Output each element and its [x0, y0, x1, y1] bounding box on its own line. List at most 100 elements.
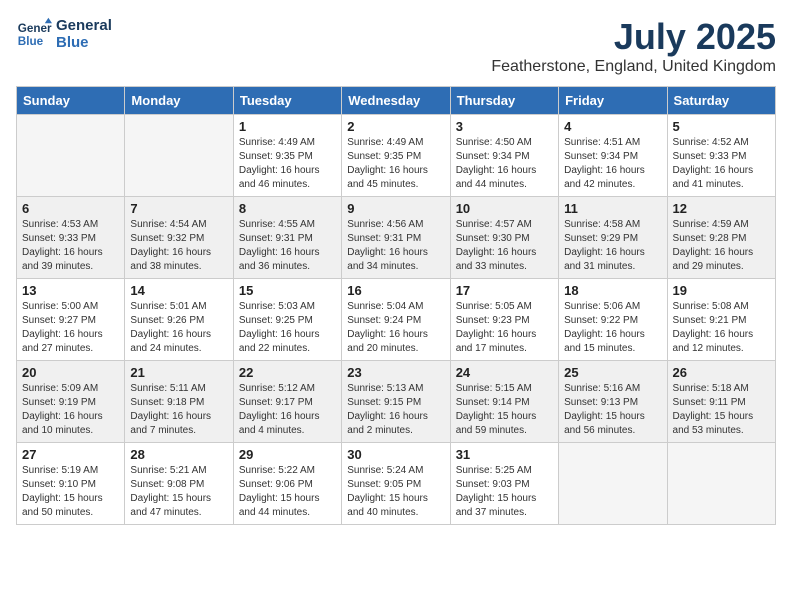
day-number: 23	[347, 365, 444, 380]
day-info: Sunrise: 4:51 AMSunset: 9:34 PMDaylight:…	[564, 136, 661, 192]
calendar-day-cell: 30 Sunrise: 5:24 AMSunset: 9:05 PMDayligh…	[342, 443, 450, 525]
day-number: 7	[130, 201, 227, 216]
day-number: 2	[347, 119, 444, 134]
day-info: Sunrise: 5:09 AMSunset: 9:19 PMDaylight:…	[22, 382, 119, 438]
calendar-day-cell: 6 Sunrise: 4:53 AMSunset: 9:33 PMDaylight…	[17, 197, 125, 279]
day-number: 8	[239, 201, 336, 216]
calendar-day-cell: 3 Sunrise: 4:50 AMSunset: 9:34 PMDaylight…	[450, 115, 558, 197]
calendar-day-cell: 1 Sunrise: 4:49 AMSunset: 9:35 PMDaylight…	[233, 115, 341, 197]
calendar-week-row: 1 Sunrise: 4:49 AMSunset: 9:35 PMDaylight…	[17, 115, 776, 197]
day-info: Sunrise: 4:59 AMSunset: 9:28 PMDaylight:…	[673, 218, 770, 274]
day-number: 12	[673, 201, 770, 216]
calendar-table: SundayMondayTuesdayWednesdayThursdayFrid…	[16, 86, 776, 525]
calendar-day-cell: 20 Sunrise: 5:09 AMSunset: 9:19 PMDayligh…	[17, 361, 125, 443]
calendar-day-cell: 19 Sunrise: 5:08 AMSunset: 9:21 PMDayligh…	[667, 279, 775, 361]
day-info: Sunrise: 5:21 AMSunset: 9:08 PMDaylight:…	[130, 464, 227, 520]
day-number: 13	[22, 283, 119, 298]
calendar-day-cell: 18 Sunrise: 5:06 AMSunset: 9:22 PMDayligh…	[559, 279, 667, 361]
day-info: Sunrise: 5:13 AMSunset: 9:15 PMDaylight:…	[347, 382, 444, 438]
calendar-day-cell	[17, 115, 125, 197]
day-info: Sunrise: 5:06 AMSunset: 9:22 PMDaylight:…	[564, 300, 661, 356]
day-number: 3	[456, 119, 553, 134]
day-info: Sunrise: 5:08 AMSunset: 9:21 PMDaylight:…	[673, 300, 770, 356]
calendar-week-row: 20 Sunrise: 5:09 AMSunset: 9:19 PMDayligh…	[17, 361, 776, 443]
day-info: Sunrise: 4:53 AMSunset: 9:33 PMDaylight:…	[22, 218, 119, 274]
day-info: Sunrise: 5:12 AMSunset: 9:17 PMDaylight:…	[239, 382, 336, 438]
day-info: Sunrise: 5:22 AMSunset: 9:06 PMDaylight:…	[239, 464, 336, 520]
day-number: 28	[130, 447, 227, 462]
calendar-day-cell: 28 Sunrise: 5:21 AMSunset: 9:08 PMDayligh…	[125, 443, 233, 525]
calendar-day-cell: 22Sunrise: 5:12 AMSunset: 9:17 PMDayligh…	[233, 361, 341, 443]
page-header: General Blue GeneralBlue July 2025 Feath…	[16, 16, 776, 76]
day-header: Thursday	[450, 87, 558, 115]
day-info: Sunrise: 4:57 AMSunset: 9:30 PMDaylight:…	[456, 218, 553, 274]
month-title: July 2025	[491, 16, 776, 58]
calendar-week-row: 6 Sunrise: 4:53 AMSunset: 9:33 PMDaylight…	[17, 197, 776, 279]
day-info: Sunrise: 4:58 AMSunset: 9:29 PMDaylight:…	[564, 218, 661, 274]
day-number: 19	[673, 283, 770, 298]
calendar-day-cell: 10 Sunrise: 4:57 AMSunset: 9:30 PMDayligh…	[450, 197, 558, 279]
day-info: Sunrise: 4:50 AMSunset: 9:34 PMDaylight:…	[456, 136, 553, 192]
day-info: Sunrise: 5:11 AMSunset: 9:18 PMDaylight:…	[130, 382, 227, 438]
day-info: Sunrise: 5:00 AMSunset: 9:27 PMDaylight:…	[22, 300, 119, 356]
day-number: 26	[673, 365, 770, 380]
day-info: Sunrise: 5:04 AMSunset: 9:24 PMDaylight:…	[347, 300, 444, 356]
day-number: 15	[239, 283, 336, 298]
day-info: Sunrise: 5:01 AMSunset: 9:26 PMDaylight:…	[130, 300, 227, 356]
day-header: Saturday	[667, 87, 775, 115]
calendar-week-row: 27Sunrise: 5:19 AMSunset: 9:10 PMDayligh…	[17, 443, 776, 525]
calendar-day-cell	[559, 443, 667, 525]
day-number: 16	[347, 283, 444, 298]
calendar-day-cell: 25Sunrise: 5:16 AMSunset: 9:13 PMDayligh…	[559, 361, 667, 443]
calendar-day-cell: 14Sunrise: 5:01 AMSunset: 9:26 PMDayligh…	[125, 279, 233, 361]
day-info: Sunrise: 4:54 AMSunset: 9:32 PMDaylight:…	[130, 218, 227, 274]
day-number: 29	[239, 447, 336, 462]
day-number: 1	[239, 119, 336, 134]
day-number: 18	[564, 283, 661, 298]
day-number: 10	[456, 201, 553, 216]
calendar-day-cell: 26Sunrise: 5:18 AMSunset: 9:11 PMDayligh…	[667, 361, 775, 443]
day-header: Wednesday	[342, 87, 450, 115]
calendar-day-cell: 11Sunrise: 4:58 AMSunset: 9:29 PMDayligh…	[559, 197, 667, 279]
day-number: 31	[456, 447, 553, 462]
calendar-day-cell: 13 Sunrise: 5:00 AMSunset: 9:27 PMDayligh…	[17, 279, 125, 361]
svg-text:General: General	[18, 22, 52, 35]
day-info: Sunrise: 5:03 AMSunset: 9:25 PMDaylight:…	[239, 300, 336, 356]
calendar-day-cell: 17Sunrise: 5:05 AMSunset: 9:23 PMDayligh…	[450, 279, 558, 361]
day-number: 17	[456, 283, 553, 298]
calendar-day-cell: 8 Sunrise: 4:55 AMSunset: 9:31 PMDaylight…	[233, 197, 341, 279]
calendar-day-cell: 4 Sunrise: 4:51 AMSunset: 9:34 PMDaylight…	[559, 115, 667, 197]
day-info: Sunrise: 4:49 AMSunset: 9:35 PMDaylight:…	[239, 136, 336, 192]
day-info: Sunrise: 5:25 AMSunset: 9:03 PMDaylight:…	[456, 464, 553, 520]
day-number: 30	[347, 447, 444, 462]
title-block: July 2025 Featherstone, England, United …	[491, 16, 776, 76]
location: Featherstone, England, United Kingdom	[491, 58, 776, 76]
day-number: 5	[673, 119, 770, 134]
svg-text:Blue: Blue	[18, 35, 44, 48]
day-number: 24	[456, 365, 553, 380]
calendar-day-cell: 7 Sunrise: 4:54 AMSunset: 9:32 PMDaylight…	[125, 197, 233, 279]
logo-text: GeneralBlue	[56, 17, 112, 51]
calendar-day-cell: 5 Sunrise: 4:52 AMSunset: 9:33 PMDaylight…	[667, 115, 775, 197]
day-info: Sunrise: 5:19 AMSunset: 9:10 PMDaylight:…	[22, 464, 119, 520]
calendar-day-cell: 24 Sunrise: 5:15 AMSunset: 9:14 PMDayligh…	[450, 361, 558, 443]
day-number: 25	[564, 365, 661, 380]
day-info: Sunrise: 5:24 AMSunset: 9:05 PMDaylight:…	[347, 464, 444, 520]
day-info: Sunrise: 4:55 AMSunset: 9:31 PMDaylight:…	[239, 218, 336, 274]
day-info: Sunrise: 4:52 AMSunset: 9:33 PMDaylight:…	[673, 136, 770, 192]
day-number: 20	[22, 365, 119, 380]
day-info: Sunrise: 4:56 AMSunset: 9:31 PMDaylight:…	[347, 218, 444, 274]
day-info: Sunrise: 5:15 AMSunset: 9:14 PMDaylight:…	[456, 382, 553, 438]
calendar-day-cell: 9 Sunrise: 4:56 AMSunset: 9:31 PMDaylight…	[342, 197, 450, 279]
day-number: 21	[130, 365, 227, 380]
calendar-day-cell: 31 Sunrise: 5:25 AMSunset: 9:03 PMDayligh…	[450, 443, 558, 525]
calendar-header-row: SundayMondayTuesdayWednesdayThursdayFrid…	[17, 87, 776, 115]
calendar-day-cell: 21 Sunrise: 5:11 AMSunset: 9:18 PMDayligh…	[125, 361, 233, 443]
calendar-day-cell: 27Sunrise: 5:19 AMSunset: 9:10 PMDayligh…	[17, 443, 125, 525]
calendar-day-cell	[125, 115, 233, 197]
day-number: 6	[22, 201, 119, 216]
day-number: 9	[347, 201, 444, 216]
logo-icon: General Blue	[16, 16, 52, 52]
calendar-week-row: 13 Sunrise: 5:00 AMSunset: 9:27 PMDayligh…	[17, 279, 776, 361]
day-number: 4	[564, 119, 661, 134]
